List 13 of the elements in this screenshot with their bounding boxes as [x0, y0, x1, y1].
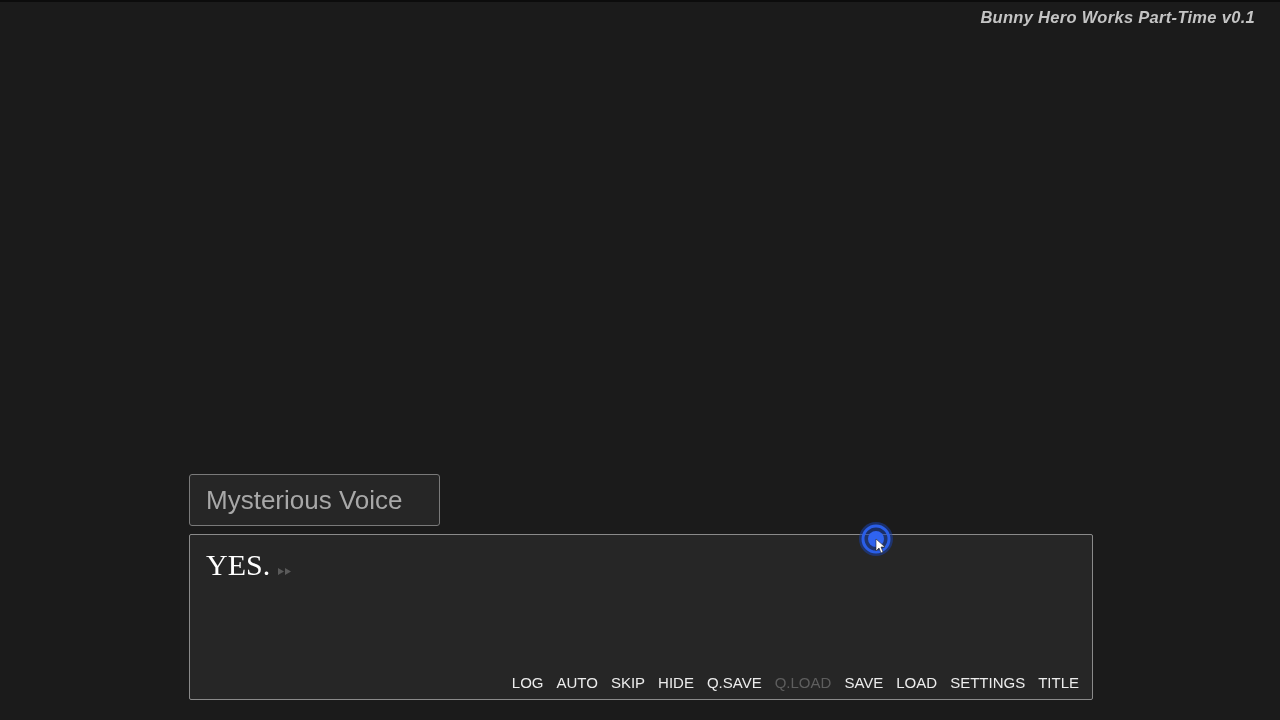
quick-menu-button[interactable]: SETTINGS	[950, 673, 1026, 693]
speaker-name: Mysterious Voice	[206, 484, 403, 516]
quick-menu-button[interactable]: HIDE	[658, 673, 694, 693]
quick-menu-button[interactable]: LOG	[511, 673, 544, 693]
game-version-title: Bunny Hero Works Part-Time v0.1	[980, 8, 1255, 27]
dialogue-text: YES.	[206, 547, 271, 583]
quick-menu-button[interactable]: AUTO	[556, 673, 598, 693]
continue-arrows-icon	[278, 568, 293, 575]
quick-menu-button[interactable]: Q.SAVE	[706, 673, 762, 693]
quick-menu-button[interactable]: TITLE	[1038, 673, 1079, 693]
quick-menu-button[interactable]: SKIP	[610, 673, 646, 693]
quick-menu-button[interactable]: LOAD	[896, 673, 938, 693]
quick-menu-button[interactable]: SAVE	[844, 673, 884, 693]
